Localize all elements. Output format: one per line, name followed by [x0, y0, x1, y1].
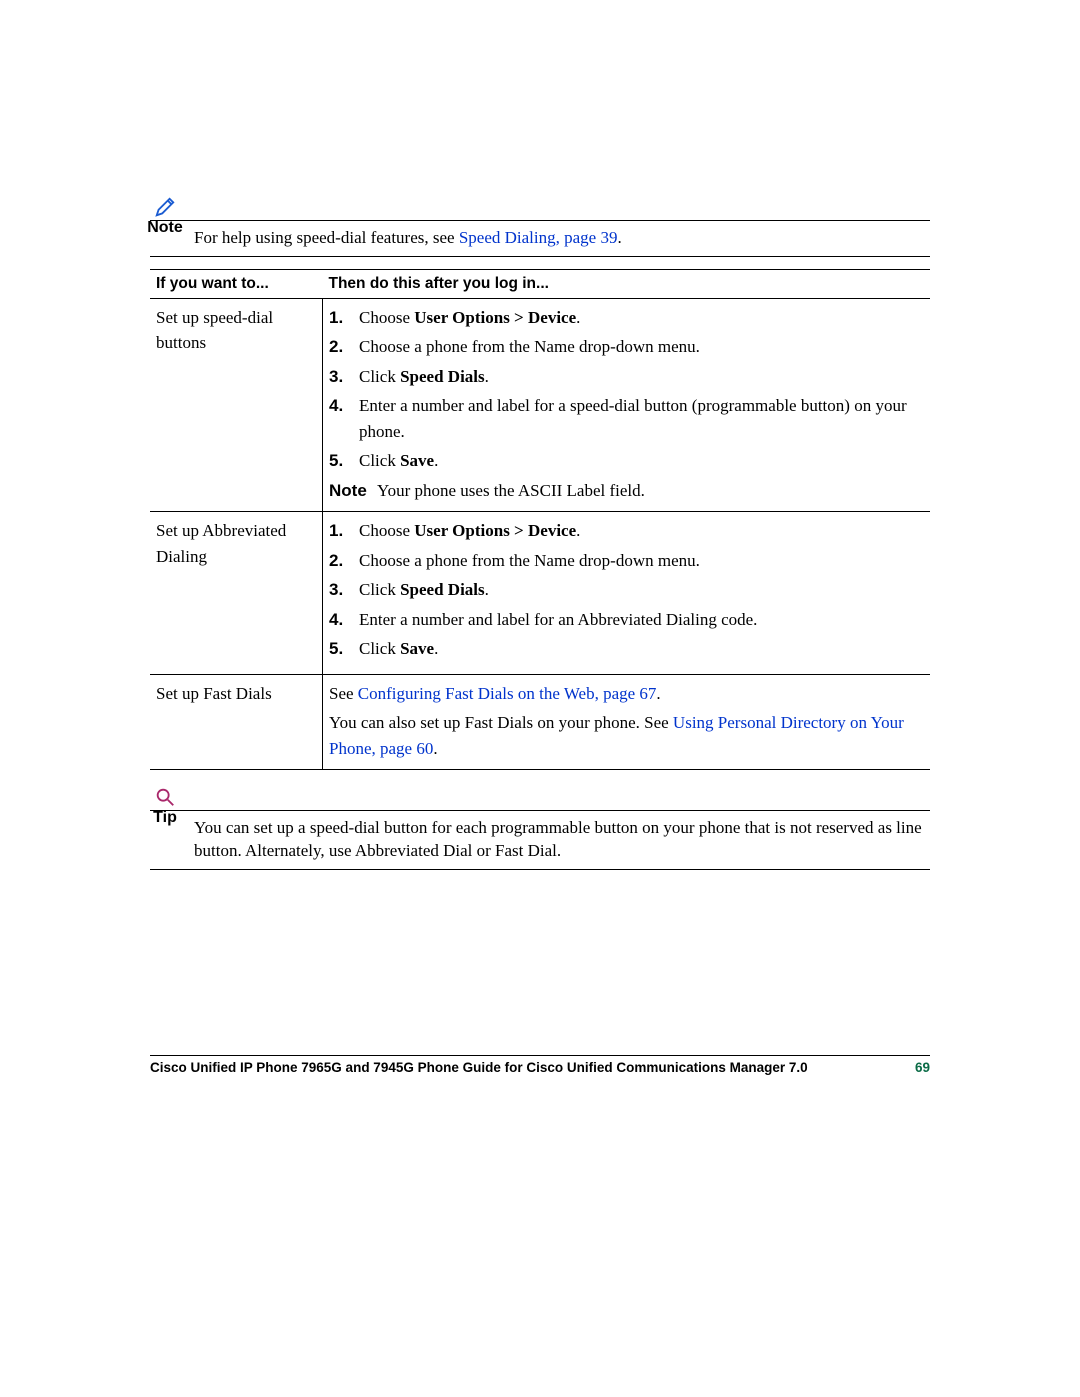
steps-list: Choose User Options > Device. Choose a p… [329, 305, 924, 474]
steps-list: Choose User Options > Device. Choose a p… [329, 518, 924, 662]
note-link[interactable]: Speed Dialing, page 39 [459, 228, 618, 247]
step: Click Speed Dials. [329, 364, 924, 390]
note-body: For help using speed-dial features, see … [194, 227, 930, 250]
task-cell: Set up Fast Dials [150, 674, 323, 770]
task-cell: Set up Abbreviated Dialing [150, 512, 323, 675]
note-callout: Note For help using speed-dial features,… [150, 220, 930, 257]
link-fast-dials-web[interactable]: Configuring Fast Dials on the Web, page … [358, 684, 657, 703]
step: Click Save. [329, 636, 924, 662]
page-footer: Cisco Unified IP Phone 7965G and 7945G P… [150, 1055, 930, 1075]
task-cell: Set up speed-dial buttons [150, 298, 323, 512]
table-row: Set up Fast Dials See Configuring Fast D… [150, 674, 930, 770]
step: Click Speed Dials. [329, 577, 924, 603]
tip-label: Tip [153, 809, 177, 827]
tip-body: You can set up a speed-dial button for e… [194, 817, 930, 863]
steps-cell: Choose User Options > Device. Choose a p… [323, 298, 931, 512]
header-col1: If you want to... [150, 269, 323, 298]
magnifier-icon [154, 785, 176, 809]
page-content: Note For help using speed-dial features,… [0, 0, 1080, 870]
step: Choose User Options > Device. [329, 305, 924, 331]
table-row: Set up Abbreviated Dialing Choose User O… [150, 512, 930, 675]
tip-callout: Tip You can set up a speed-dial button f… [150, 810, 930, 870]
step: Click Save. [329, 448, 924, 474]
note-text-before: For help using speed-dial features, see [194, 228, 459, 247]
pencil-icon [154, 195, 176, 219]
footer-page-number: 69 [915, 1060, 930, 1075]
step: Choose a phone from the Name drop-down m… [329, 548, 924, 574]
inline-note-text: Your phone uses the ASCII Label field. [377, 481, 645, 500]
note-label: Note [147, 219, 183, 237]
step: Choose a phone from the Name drop-down m… [329, 334, 924, 360]
row3-line2: You can also set up Fast Dials on your p… [329, 710, 924, 761]
header-col2: Then do this after you log in... [323, 269, 931, 298]
instruction-table: If you want to... Then do this after you… [150, 269, 930, 771]
note-text-after: . [617, 228, 621, 247]
steps-cell: Choose User Options > Device. Choose a p… [323, 512, 931, 675]
footer-title: Cisco Unified IP Phone 7965G and 7945G P… [150, 1060, 808, 1075]
step: Enter a number and label for a speed-dia… [329, 393, 924, 444]
steps-cell: See Configuring Fast Dials on the Web, p… [323, 674, 931, 770]
callout-icon-col: Tip [150, 785, 180, 827]
row3-line1: See Configuring Fast Dials on the Web, p… [329, 681, 924, 707]
step: Enter a number and label for an Abbrevia… [329, 607, 924, 633]
table-header-row: If you want to... Then do this after you… [150, 269, 930, 298]
inline-note-label: Note [329, 478, 377, 504]
inline-note: NoteYour phone uses the ASCII Label fiel… [329, 478, 924, 504]
table-row: Set up speed-dial buttons Choose User Op… [150, 298, 930, 512]
callout-icon-col: Note [150, 195, 180, 237]
step: Choose User Options > Device. [329, 518, 924, 544]
